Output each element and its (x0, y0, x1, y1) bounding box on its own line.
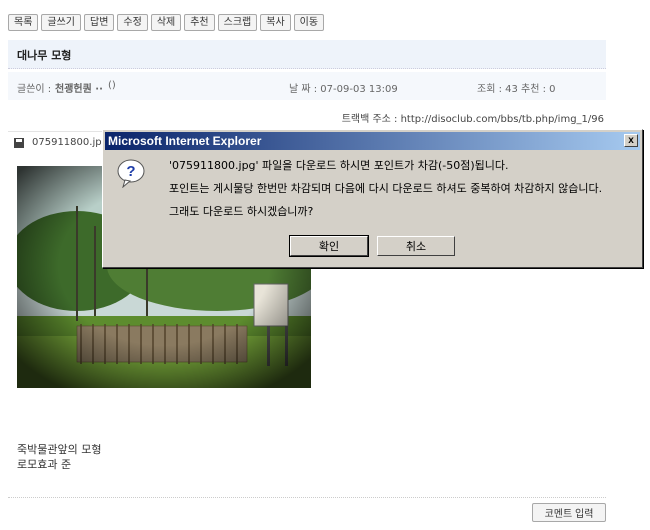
recommend-button[interactable]: 추천 (184, 14, 215, 31)
dialog-title: Microsoft Internet Explorer (108, 134, 262, 148)
comment-divider (8, 497, 606, 498)
dialog-message-line2: 포인트는 게시물당 한번만 차감되며 다음에 다시 다운로드 하셔도 중복하여 … (169, 182, 603, 195)
question-icon: ? (117, 159, 145, 188)
post-caption-line1: 죽박물관앞의 모형 (17, 443, 102, 456)
scrap-button[interactable]: 스크랩 (217, 14, 258, 31)
reply-button[interactable]: 답변 (84, 14, 115, 31)
dialog-message-line1: '075911800.jpg' 파일을 다운로드 하시면 포인트가 차감(-50… (169, 159, 509, 172)
post-caption-line2: 로모효과 준 (17, 458, 72, 471)
svg-text:?: ? (126, 163, 135, 180)
comment-input-button[interactable]: 코멘트 입력 (532, 503, 606, 522)
dialog-titlebar[interactable]: Microsoft Internet Explorer x (105, 132, 640, 150)
post-title-bar: 대나무 모형 (8, 40, 606, 69)
move-button[interactable]: 이동 (293, 14, 325, 31)
dialog-message-line3: 그래도 다운로드 하시겠습니까? (169, 205, 314, 218)
close-icon[interactable]: x (624, 134, 638, 147)
edit-button[interactable]: 수정 (117, 14, 148, 31)
board-toolbar: 목록 글쓰기 답변 수정 삭제 추천 스크랩 복사 이동 (8, 14, 325, 31)
author-extra: () (108, 80, 116, 91)
cancel-button[interactable]: 취소 (377, 236, 455, 256)
floppy-disk-icon (14, 138, 24, 148)
list-button[interactable]: 목록 (8, 14, 39, 31)
delete-button[interactable]: 삭제 (150, 14, 182, 31)
post-info-row: 글쓴이 : 천괭헌퀀 ·· () 날 짜 : 07-09-03 13:09 조회… (8, 72, 606, 100)
trackback-address: 트랙백 주소 : http://disoclub.com/bbs/tb.php/… (341, 114, 604, 125)
write-button[interactable]: 글쓰기 (41, 14, 82, 31)
post-title: 대나무 모형 (17, 49, 72, 62)
author-label: 글쓴이 : (17, 84, 52, 95)
post-stats: 조회 : 43 추천 : 0 (477, 84, 556, 95)
author-name[interactable]: 천괭헌퀀 ·· (55, 80, 103, 95)
copy-button[interactable]: 복사 (260, 14, 291, 31)
post-date: 날 짜 : 07-09-03 13:09 (289, 84, 398, 95)
ok-button[interactable]: 확인 (289, 235, 369, 257)
download-confirm-dialog: Microsoft Internet Explorer x ? '0759118… (102, 129, 643, 268)
